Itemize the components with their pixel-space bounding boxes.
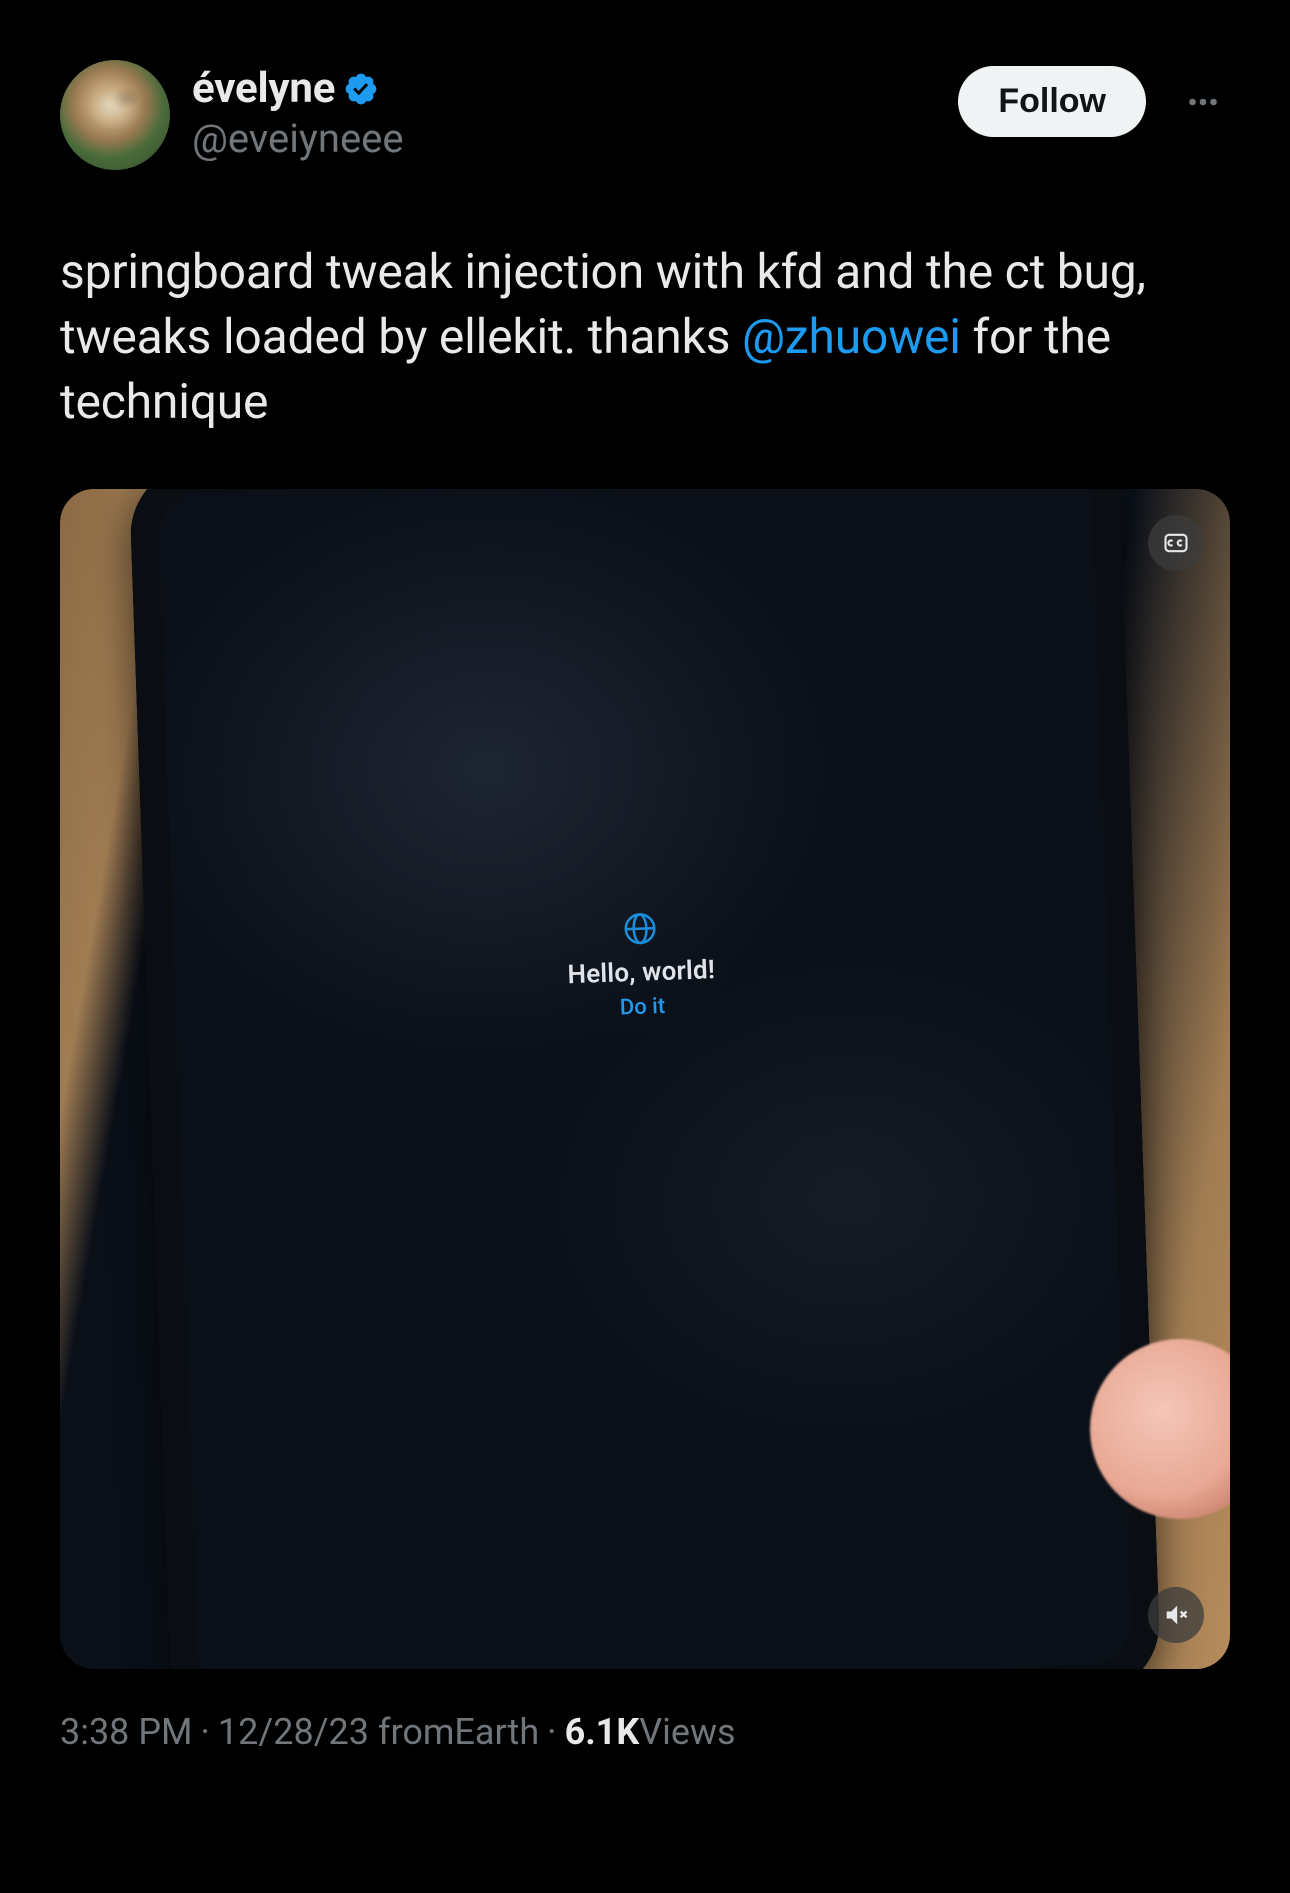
meta-date[interactable]: 12/28/23 bbox=[218, 1711, 369, 1753]
author-block: évelyne @eveiyneee bbox=[192, 60, 936, 162]
meta-dot: · bbox=[539, 1711, 564, 1753]
views-count[interactable]: 6.1K bbox=[565, 1711, 640, 1753]
mute-button[interactable] bbox=[1148, 1587, 1204, 1643]
meta-from: from bbox=[378, 1711, 454, 1753]
mute-icon bbox=[1162, 1601, 1190, 1629]
tweet-container: évelyne @eveiyneee Follow springboard tw… bbox=[0, 0, 1290, 1793]
follow-button[interactable]: Follow bbox=[958, 66, 1146, 137]
phone-mockup: Hello, world! Do it bbox=[128, 489, 1161, 1669]
meta-dot: · bbox=[193, 1711, 218, 1753]
handle[interactable]: @eveiyneee bbox=[192, 115, 936, 162]
phone-screen-content: Hello, world! Do it bbox=[565, 907, 716, 1025]
mention-link[interactable]: @zhuowei bbox=[742, 308, 961, 365]
header-actions: Follow bbox=[958, 60, 1230, 137]
display-name[interactable]: évelyne bbox=[192, 64, 335, 113]
avatar[interactable] bbox=[60, 60, 170, 170]
views-label: Views bbox=[639, 1711, 735, 1753]
phone-text-bottom: Do it bbox=[568, 990, 716, 1025]
tweet-text: springboard tweak injection with kfd and… bbox=[60, 240, 1230, 434]
tweet-meta: 3:38 PM · 12/28/23 from Earth · 6.1K Vie… bbox=[60, 1711, 1230, 1753]
captions-button[interactable] bbox=[1148, 515, 1204, 571]
more-button[interactable] bbox=[1176, 75, 1230, 129]
tweet-header: évelyne @eveiyneee Follow bbox=[60, 60, 1230, 170]
verified-badge-icon bbox=[343, 71, 379, 107]
captions-icon bbox=[1162, 529, 1190, 557]
ellipsis-icon bbox=[1185, 84, 1221, 120]
meta-time[interactable]: 3:38 PM bbox=[60, 1711, 193, 1753]
phone-text-top: Hello, world! bbox=[567, 953, 716, 993]
globe-icon bbox=[620, 909, 659, 948]
meta-location: Earth bbox=[454, 1711, 539, 1753]
media-video[interactable]: Hello, world! Do it bbox=[60, 489, 1230, 1669]
